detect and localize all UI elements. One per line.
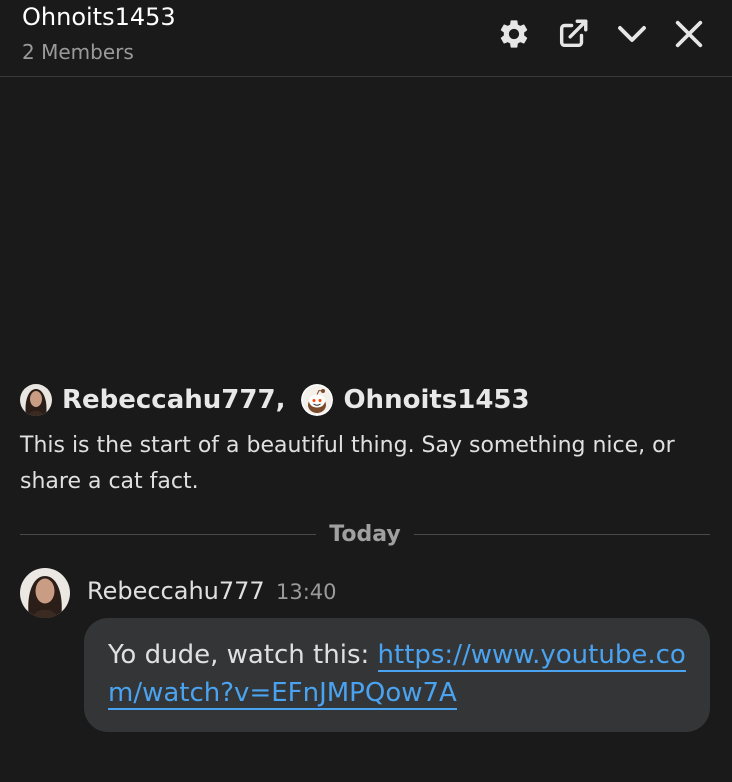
message-timestamp: 13:40 (276, 580, 337, 604)
divider-line (414, 534, 710, 535)
participant-name[interactable]: Ohnoits1453 (343, 385, 529, 415)
chat-window: Ohnoits1453 2 Members Rebeccahu777 , Ohn… (0, 0, 732, 782)
avatar[interactable] (20, 568, 70, 618)
chat-participants: Rebeccahu777, Ohnoits1453 (20, 382, 530, 418)
chat-intro-text: This is the start of a beautiful thing. … (20, 433, 675, 494)
chat-header: Ohnoits1453 2 Members (0, 0, 732, 77)
close-button[interactable] (671, 16, 707, 52)
avatar[interactable] (301, 384, 334, 416)
gear-icon (497, 17, 531, 51)
settings-button[interactable] (496, 16, 532, 52)
minimize-button[interactable] (614, 16, 650, 52)
date-divider: Today (20, 520, 710, 550)
external-link-icon (556, 17, 590, 51)
message-text: Yo dude, watch this: (108, 640, 378, 670)
close-icon (672, 17, 706, 51)
avatar[interactable] (20, 384, 52, 416)
participant-separator: , (275, 385, 286, 415)
divider-line (20, 534, 316, 535)
chevron-down-icon (614, 16, 650, 52)
chat-title: Ohnoits1453 (22, 3, 176, 31)
date-divider-label: Today (329, 522, 401, 547)
member-count: 2 Members (22, 40, 134, 64)
message-author[interactable]: Rebeccahu777 (87, 577, 265, 605)
popout-button[interactable] (555, 16, 591, 52)
message-bubble: Yo dude, watch this: https://www.youtube… (84, 618, 710, 732)
participant-name[interactable]: Rebeccahu777 (62, 385, 276, 415)
